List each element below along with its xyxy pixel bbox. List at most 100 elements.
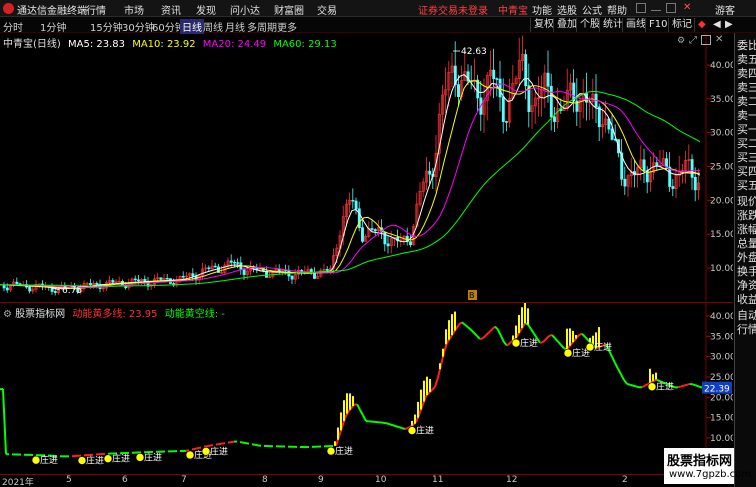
panel-close-icon[interactable]: ✕: [715, 34, 723, 45]
tab-1min[interactable]: 1分钟: [40, 19, 66, 34]
candle-body: [53, 291, 57, 293]
indicator-segment: [623, 379, 628, 385]
top-stock-name: 中青宝: [498, 6, 528, 17]
menu-function[interactable]: 功能: [532, 2, 552, 17]
indicator-segment: [554, 337, 559, 343]
window-restore-icon[interactable]: [636, 3, 646, 13]
menu-ask[interactable]: 问小达: [230, 2, 260, 17]
indicator-segment: [677, 385, 682, 389]
signal-icon: [201, 447, 211, 456]
indicator-segment: [239, 441, 244, 444]
indicator-segment: [539, 341, 544, 344]
date-tick: 5: [66, 475, 72, 485]
date-tick: 11: [432, 475, 444, 485]
period-tab-bar: 分时 1分钟 15分钟 30分钟 60分钟 日线 周线 月线 多周期 更多 复权…: [0, 17, 756, 34]
indicator-segment: [488, 328, 493, 334]
tab-stats[interactable]: 统计: [599, 18, 623, 32]
panel-maximize-icon[interactable]: [701, 35, 711, 45]
tab-adjust[interactable]: 复权: [530, 18, 554, 32]
candle-body: [546, 72, 550, 87]
chevron-right-icon[interactable]: ▶: [722, 18, 733, 32]
expand-icon[interactable]: ⤢: [689, 35, 697, 46]
tab-mark[interactable]: 标记: [668, 18, 692, 32]
menu-wealth-circle[interactable]: 财富圈: [274, 2, 304, 17]
y-tick-label: 10.00: [710, 264, 733, 274]
settings-gear-icon[interactable]: ⚙: [677, 36, 685, 46]
indicator-segment: [185, 449, 190, 452]
indicator-segment: [434, 377, 439, 388]
y-tick-label: 15.00: [710, 414, 733, 424]
y-tick-label: 30.00: [710, 353, 733, 363]
ma60-line: [0, 91, 701, 287]
minimize-icon[interactable]: [651, 3, 661, 11]
candle-body: [505, 121, 508, 123]
indicator-segment: [611, 356, 616, 364]
menu-quotes[interactable]: 行情: [86, 2, 106, 17]
maximize-icon[interactable]: [666, 3, 676, 13]
tab-more[interactable]: 更多: [277, 19, 297, 34]
signal-icon: [135, 453, 145, 462]
tab-timeshare[interactable]: 分时: [3, 19, 23, 34]
y-tick-label: 20.00: [710, 393, 733, 403]
signal-icon: [31, 455, 41, 465]
tab-draw[interactable]: 画线: [622, 18, 646, 32]
tab-stock[interactable]: 个股: [576, 18, 600, 32]
candle-body: [361, 227, 364, 242]
tab-daily[interactable]: 日线: [180, 19, 204, 34]
tab-15min[interactable]: 15分钟: [90, 19, 123, 34]
tab-30min[interactable]: 30分钟: [122, 19, 155, 34]
login-notice[interactable]: 证券交易未登录: [418, 2, 488, 17]
candlestick-chart[interactable]: 40.00 35.00 30.00 25.00 20.00 15.00 10.00 42.63…: [0, 33, 736, 301]
y-tick-label: 40.00: [710, 61, 733, 71]
candle-body: [191, 273, 195, 277]
candle-body: [181, 275, 185, 278]
candle-body: [668, 166, 672, 187]
menu-news[interactable]: 资讯: [161, 2, 181, 17]
candle-body: [693, 177, 697, 191]
candle-body: [207, 267, 211, 270]
indicator-panel[interactable]: 40.00 35.00 30.00 25.00 20.00 15.00 10.00 庄进 庄进庄…: [0, 302, 736, 475]
menu-stock-pick[interactable]: 选股: [557, 2, 577, 17]
menu-formula[interactable]: 公式: [582, 2, 602, 17]
indicator-segment: [383, 421, 388, 425]
tab-weekly[interactable]: 周线: [203, 19, 223, 34]
tab-multi-period[interactable]: 多周期: [247, 19, 277, 34]
indicator-name[interactable]: 股票指标网: [15, 309, 65, 320]
quote-sidebar: 委比 卖五 卖四 卖三 卖二 卖一 买一 买二 买三 买四 买五 现价 涨跌 涨…: [734, 33, 756, 487]
main-chart-panel[interactable]: 40.00 35.00 30.00 25.00 20.00 15.00 10.00 42.63…: [0, 33, 736, 301]
menu-trade[interactable]: 交易: [317, 2, 337, 17]
indicator-segment: [551, 334, 556, 339]
candle-body: [386, 243, 390, 247]
indicator-segment: [191, 447, 196, 451]
indicator-segment: [527, 323, 532, 330]
candle-body: [553, 116, 556, 122]
indicator-segment: [431, 386, 436, 391]
menu-discover[interactable]: 发现: [196, 2, 216, 17]
candle-body: [370, 228, 374, 230]
app-logo-icon: [3, 3, 14, 14]
menu-market[interactable]: 市场: [124, 2, 144, 17]
indicator-segment: [473, 332, 478, 337]
ma5-line: [0, 74, 701, 290]
close-icon[interactable]: ✕: [683, 2, 691, 13]
indicator-segment: [497, 329, 502, 337]
ma-legend: 中青宝(日线) MA5: 23.83 MA10: 23.92 MA20: 24.…: [3, 35, 341, 50]
chevron-left-icon[interactable]: ◀: [710, 18, 721, 32]
indicator-line1: 动能黄多线: 23.95: [72, 309, 158, 320]
indicator-chart[interactable]: 40.0035.0030.0025.0020.0015.0010.00庄进 庄进庄…: [0, 302, 736, 475]
signal-label: 庄进: [335, 445, 353, 457]
date-tick: 8: [262, 475, 268, 485]
sidebar-item-quotes[interactable]: 行情: [737, 321, 756, 337]
tab-monthly[interactable]: 月线: [225, 19, 245, 34]
candle-body: [313, 272, 316, 279]
menu-help[interactable]: 帮助: [607, 2, 627, 17]
indicator-settings-icon[interactable]: ⚙: [3, 309, 12, 320]
indicator-segment: [356, 403, 361, 411]
y-tick-label: 15.00: [710, 230, 733, 240]
tab-f10[interactable]: F10: [645, 18, 667, 32]
diamond-icon[interactable]: ◆: [694, 18, 706, 32]
tab-overlay[interactable]: 叠加: [553, 18, 577, 32]
indicator-line2: 动能黄空线: -: [164, 309, 225, 320]
y-tick-label: 40.00: [710, 312, 733, 322]
watermark-title: 股票指标网: [667, 454, 733, 469]
